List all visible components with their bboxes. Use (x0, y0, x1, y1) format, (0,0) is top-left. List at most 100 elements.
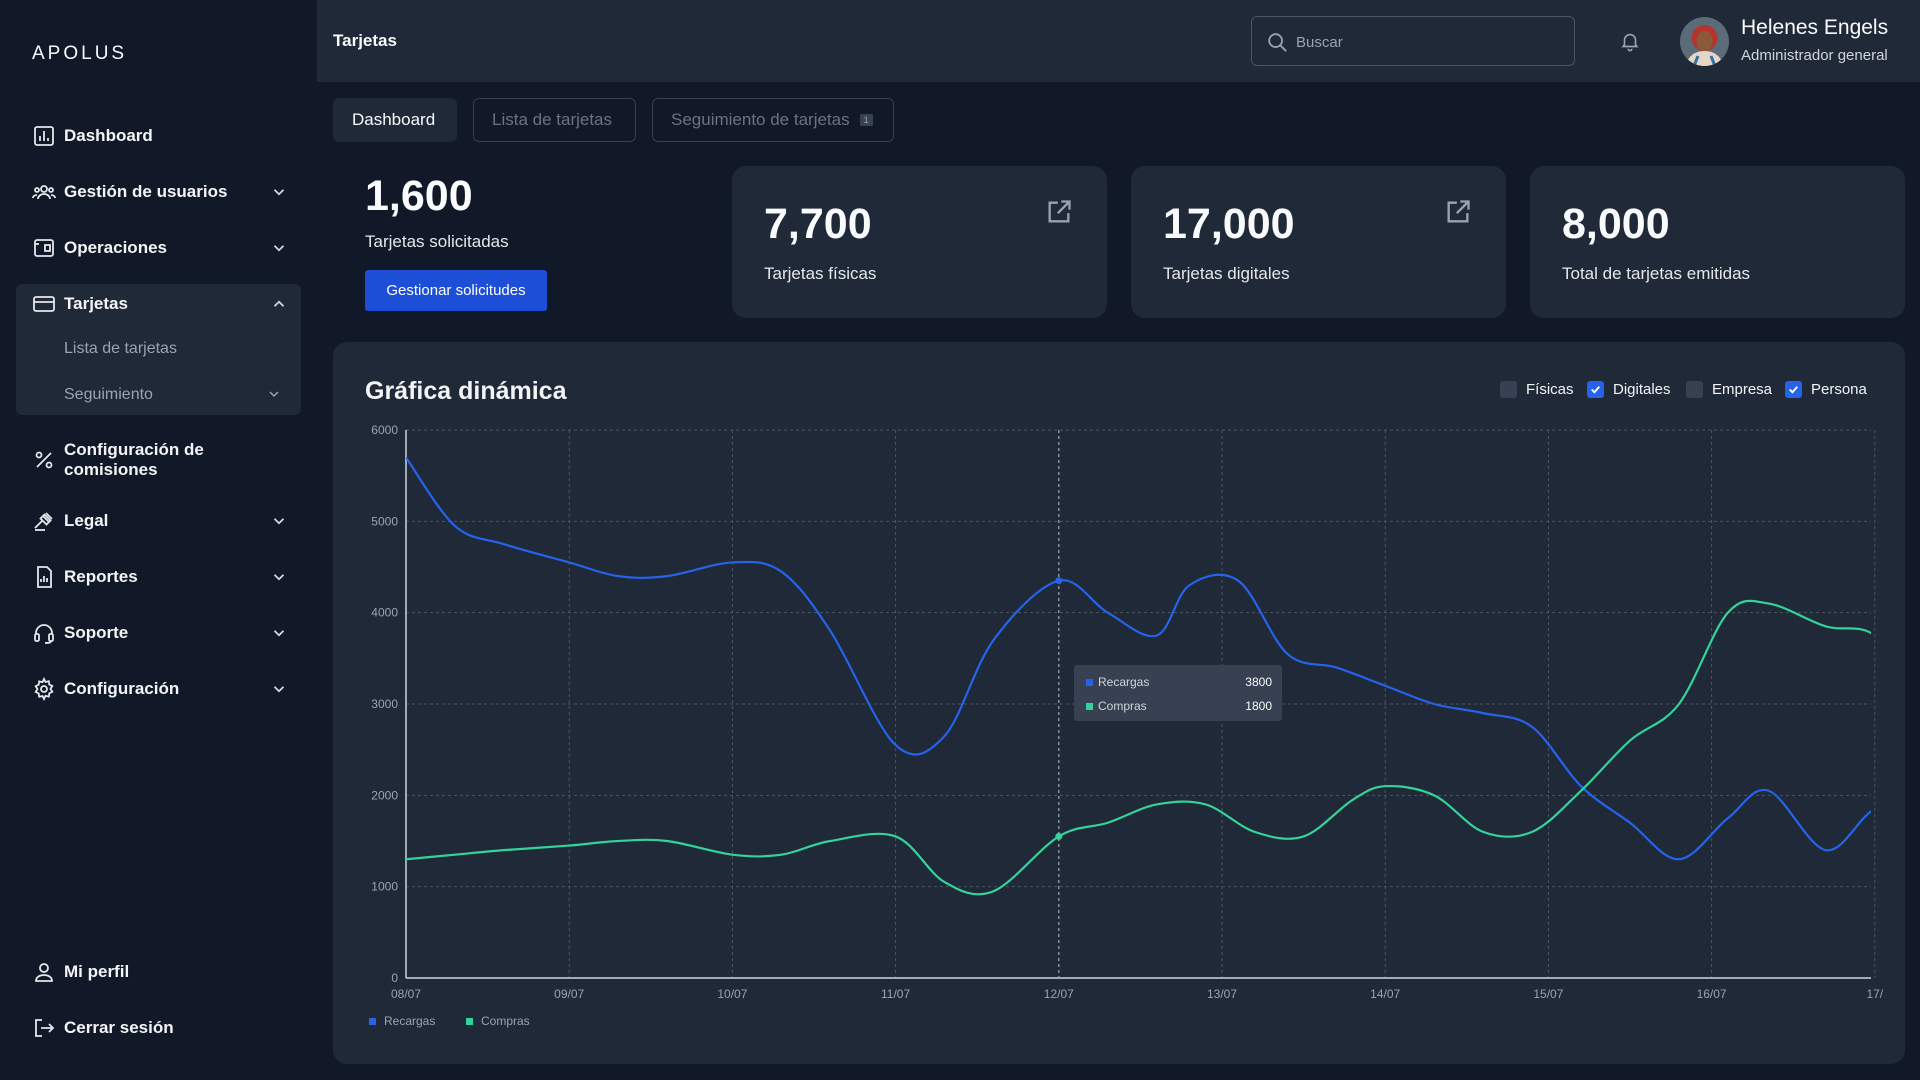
chevron-down-icon (273, 518, 285, 525)
sidebar-item-label: Operaciones (64, 238, 167, 257)
x-tick-label: 13/07 (1207, 987, 1237, 1001)
sidebar-item-label: Soporte (64, 623, 129, 642)
kpi-value-solicitadas: 1,600 (365, 172, 473, 220)
series-line-compras (406, 599, 1871, 896)
sidebar-item-users[interactable]: Gestión de usuarios (16, 168, 301, 216)
legend-swatch (466, 1018, 473, 1025)
legend-label: Compras (481, 1014, 530, 1028)
page-title: Tarjetas (333, 31, 397, 50)
sidebar-subitem-seguimiento[interactable]: Seguimiento (64, 386, 153, 404)
line-chart[interactable]: 0 1000 2000 3000 4000 5000 6000 08/07 09/07 10/07… (333, 342, 1905, 1064)
y-tick-label: 1000 (371, 880, 398, 894)
wallet-icon (34, 239, 54, 257)
apolus-logo[interactable]: APOLUS (32, 40, 154, 64)
sidebar-item-dashboard[interactable]: Dashboard (16, 112, 301, 160)
sidebar-item-reportes[interactable]: Reportes (16, 553, 301, 601)
hover-point-recargas (1055, 577, 1063, 585)
x-tick-label: 12/07 (1044, 987, 1074, 1001)
tab-label: Dashboard (352, 110, 436, 129)
sidebar-item-operaciones[interactable]: Operaciones (16, 224, 301, 272)
kpi-card-digitales: 17,000 Tarjetas digitales (1131, 166, 1506, 318)
sidebar-item-configuracion[interactable]: Configuración (16, 665, 301, 713)
chevron-down-icon (273, 686, 285, 693)
users-icon (32, 185, 56, 200)
chevron-down-icon (273, 189, 285, 196)
sidebar-item-soporte[interactable]: Soporte (16, 609, 301, 657)
chevron-down-icon (273, 574, 285, 581)
sidebar-item-label: Reportes (64, 567, 138, 586)
sidebar-item-tarjetas[interactable]: Tarjetas (16, 280, 301, 328)
sidebar-item-legal[interactable]: Legal (16, 497, 301, 545)
kpi-label: Total de tarjetas emitidas (1562, 264, 1751, 283)
kpi-value: 17,000 (1163, 200, 1295, 248)
x-tick-label: 14/07 (1370, 987, 1400, 1001)
kpi-label-solicitadas: Tarjetas solicitadas (365, 232, 509, 251)
avatar[interactable] (1680, 17, 1729, 66)
chart-card: Gráfica dinámica Físicas Digitales Empre… (333, 342, 1905, 1064)
tooltip-swatch (1086, 703, 1093, 710)
tooltip-swatch (1086, 679, 1093, 686)
credit-card-icon (33, 296, 55, 312)
kpi-value: 8,000 (1562, 200, 1670, 248)
chevron-down-icon (273, 630, 285, 637)
sidebar-item-comisiones[interactable]: Configuración de comisiones (16, 434, 301, 486)
kpi-value: 7,700 (764, 200, 872, 248)
x-tick-label: 16/07 (1697, 987, 1727, 1001)
gear-icon (34, 677, 54, 701)
sidebar-item-label: Configuración de comisiones (64, 440, 204, 479)
y-tick-label: 0 (391, 971, 398, 985)
gestionar-solicitudes-button[interactable]: Gestionar solicitudes (365, 270, 547, 311)
kpi-label: Tarjetas físicas (764, 264, 877, 283)
sidebar-subitem-lista-tarjetas[interactable]: Lista de tarjetas (64, 340, 177, 358)
tooltip-series-name: Compras (1098, 699, 1147, 713)
x-tick-label: 15/07 (1533, 987, 1563, 1001)
sidebar-item-label: Tarjetas (64, 294, 128, 313)
kpi-card-total: 8,000 Total de tarjetas emitidas (1530, 166, 1905, 318)
hover-point-compras (1055, 832, 1063, 840)
y-tick-label: 6000 (371, 423, 398, 437)
chevron-up-icon (273, 300, 285, 307)
search-box[interactable] (1251, 16, 1575, 66)
bell-icon[interactable] (1619, 30, 1641, 52)
sidebar-item-label: Legal (64, 511, 109, 530)
chart-bar-icon (34, 126, 54, 146)
logout-icon (35, 1019, 55, 1037)
tab-seguimiento-tarjetas[interactable]: Seguimiento de tarjetas 1 (652, 98, 894, 142)
tab-label: Lista de tarjetas (492, 110, 613, 129)
external-link-icon[interactable] (1045, 198, 1073, 226)
sidebar-item-label: Mi perfil (64, 962, 130, 981)
percent-icon (35, 451, 53, 469)
x-tick-label: 09/07 (554, 987, 584, 1001)
y-tick-label: 3000 (371, 697, 398, 711)
user-role: Administrador general (1741, 47, 1888, 64)
sidebar-item-cerrar-sesion[interactable]: Cerrar sesión (16, 1004, 301, 1052)
sidebar-item-label: Cerrar sesión (64, 1018, 174, 1037)
tab-lista-tarjetas[interactable]: Lista de tarjetas (473, 98, 636, 142)
x-tick-label: 11/07 (881, 987, 910, 1001)
document-report-icon (37, 566, 52, 588)
kpi-card-fisicas: 7,700 Tarjetas físicas (732, 166, 1107, 318)
tooltip-value: 3800 (1245, 675, 1272, 689)
x-tick-label: 08/07 (391, 987, 421, 1001)
sidebar-item-label: Configuración (64, 679, 180, 698)
chevron-down-icon[interactable] (266, 386, 282, 402)
search-input[interactable] (1296, 29, 1556, 55)
legend-label: Recargas (384, 1014, 435, 1028)
search-icon (1268, 33, 1287, 52)
top-bar: Tarjetas Helenes Engels Administrador ge… (317, 0, 1920, 82)
tab-badge: 1 (859, 114, 873, 126)
y-tick-label: 5000 (371, 514, 398, 528)
series-line-recargas (406, 456, 1871, 861)
sidebar-item-label: Dashboard (64, 126, 153, 145)
chevron-down-icon (273, 245, 285, 252)
tab-dashboard[interactable]: Dashboard (333, 98, 457, 142)
user-icon (35, 963, 53, 982)
headset-icon (34, 624, 54, 644)
user-name: Helenes Engels (1741, 16, 1889, 39)
external-link-icon[interactable] (1444, 198, 1472, 226)
sidebar-item-label: Gestión de usuarios (64, 182, 228, 201)
sidebar: APOLUS Dashboard Gestión de usuarios Ope… (0, 0, 317, 1080)
kpi-label: Tarjetas digitales (1163, 264, 1290, 283)
x-tick-label: 10/07 (717, 987, 747, 1001)
sidebar-item-mi-perfil[interactable]: Mi perfil (16, 948, 301, 996)
